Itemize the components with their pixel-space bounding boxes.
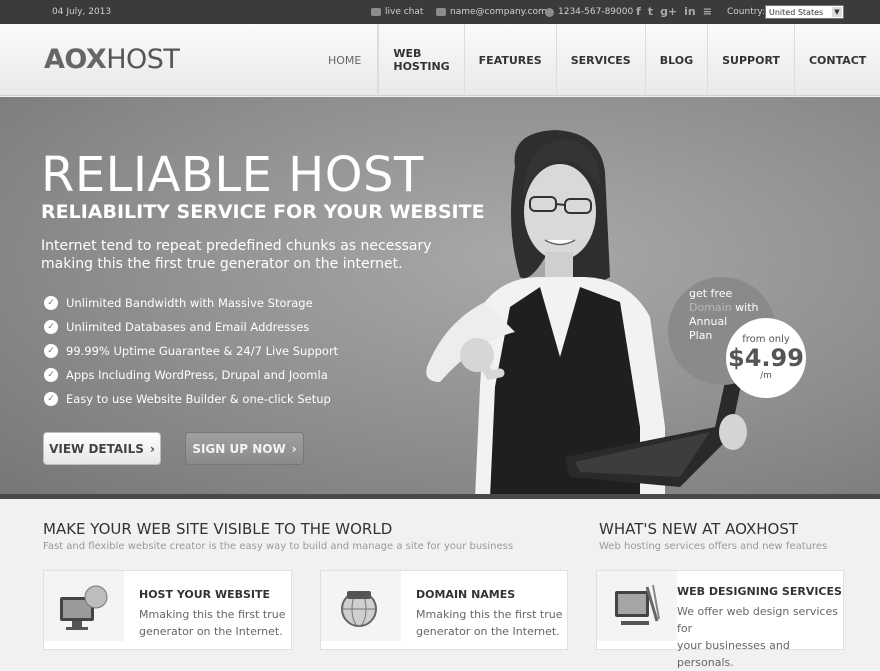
chevron-down-icon: ▼ [832,7,842,17]
country-label: Country: [727,7,766,17]
nav-home[interactable]: HOME [312,24,379,96]
phone-info: 1234-567-89000 [545,7,633,17]
hero-desc-line-2: making this the first true generator on … [41,256,403,272]
feature-label: Unlimited Bandwidth with Massive Storage [66,296,313,310]
site-logo[interactable]: AOXHOST [44,44,180,75]
hero-banner: RELIABLE HOST RELIABILITY SERVICE FOR YO… [0,97,880,498]
view-details-label: VIEW DETAILS [49,441,144,456]
mail-icon [436,8,446,16]
promo-highlight: Domain [689,301,732,314]
linkedin-icon[interactable]: in [684,5,696,18]
card-text-line-2: your businesses and personals. [677,639,790,669]
rss-icon[interactable]: ≡ [703,5,712,18]
sign-up-button[interactable]: SIGN UP NOW › [185,432,304,465]
promo-line-2-rest: with [731,301,759,314]
check-icon: ✓ [44,368,58,382]
chevron-right-icon: › [149,441,155,456]
logo-light: HOST [106,44,180,75]
card-text-line-2: generator on the Internet. [139,625,283,638]
card-text-line-1: We offer web design services for [677,605,838,635]
www-globe-icon [321,571,401,641]
country-value: United States [769,8,824,17]
chat-icon [371,8,381,16]
nav-contact[interactable]: CONTACT [795,24,880,96]
check-icon: ✓ [44,392,58,406]
card-text-line-1: Mmaking this the first true [139,608,286,621]
sign-up-label: SIGN UP NOW [192,441,286,456]
live-chat-label: live chat [385,7,424,17]
facebook-icon[interactable]: f [636,5,641,18]
design-monitor-icon [597,571,677,641]
computer-globe-icon [44,571,124,641]
view-details-button[interactable]: VIEW DETAILS › [43,432,161,465]
chevron-right-icon: › [291,441,297,456]
service-card-web-design[interactable]: WEB DESIGNING SERVICES We offer web desi… [596,570,844,669]
current-date: 04 July, 2013 [52,7,112,17]
nav-services[interactable]: SERVICES [557,24,646,96]
nav-blog[interactable]: BLOG [646,24,709,96]
site-header: AOXHOST HOME WEB HOSTING FEATURES SERVIC… [0,24,880,96]
hero-title: RELIABLE HOST [41,147,424,203]
card-title: DOMAIN NAMES [416,588,516,601]
live-chat-link[interactable]: live chat [371,7,423,17]
section-subtitle-whats-new: Web hosting services offers and new feat… [599,541,828,552]
headset-icon [545,7,554,17]
feature-label: Unlimited Databases and Email Addresses [66,320,310,334]
feature-item: ✓ Unlimited Databases and Email Addresses [44,315,338,339]
hero-bottom-border [0,494,880,499]
nav-features[interactable]: FEATURES [465,24,557,96]
feature-item: ✓ Unlimited Bandwidth with Massive Storag… [44,291,338,315]
card-text-line-2: generator on the Internet. [416,625,560,638]
card-title: HOST YOUR WEBSITE [139,588,271,601]
check-icon: ✓ [44,320,58,334]
feature-label: Easy to use Website Builder & one-click … [66,392,331,406]
price-amount: $4.99 [728,344,804,372]
country-select[interactable]: United States ▼ [765,5,844,19]
feature-label: 99.99% Uptime Guarantee & 24/7 Live Supp… [66,344,339,358]
google-plus-icon[interactable]: g+ [660,5,677,18]
promo-line-1: get free [689,287,733,300]
service-card-domains[interactable]: DOMAIN NAMES Mmaking this the first true… [320,570,568,650]
nav-support[interactable]: SUPPORT [708,24,795,96]
social-links: f t g+ in ≡ [636,5,712,18]
card-title: WEB DESIGNING SERVICES [677,585,842,598]
price-badge[interactable]: from only $4.99 /m [726,318,806,398]
main-nav: HOME WEB HOSTING FEATURES SERVICES BLOG … [312,24,880,96]
section-title-visible: MAKE YOUR WEB SITE VISIBLE TO THE WORLD [43,520,393,538]
nav-web-hosting[interactable]: WEB HOSTING [378,24,465,96]
section-title-whats-new: WHAT'S NEW AT AOXHOST [599,520,798,538]
service-card-hosting[interactable]: HOST YOUR WEBSITE Mmaking this the first… [43,570,292,650]
hero-desc-line-1: Internet tend to repeat predefined chunk… [41,238,432,254]
price-period: /m [760,371,772,381]
feature-item: ✓ 99.99% Uptime Guarantee & 24/7 Live Sup… [44,339,338,363]
phone-label: 1234-567-89000 [558,7,634,17]
card-text-line-1: Mmaking this the first true [416,608,563,621]
check-icon: ✓ [44,296,58,310]
check-icon: ✓ [44,344,58,358]
section-subtitle-visible: Fast and flexible website creator is the… [43,541,514,552]
hero-description: Internet tend to repeat predefined chunk… [41,237,461,273]
feature-list: ✓ Unlimited Bandwidth with Massive Storag… [44,291,338,411]
email-label: name@company.com [450,7,547,17]
logo-bold: AOX [44,44,107,75]
card-text: Mmaking this the first true generator on… [416,606,563,640]
promo-line-2: Domain with [689,301,759,315]
feature-label: Apps Including WordPress, Drupal and Joo… [66,368,328,382]
twitter-icon[interactable]: t [648,5,653,18]
feature-item: ✓ Easy to use Website Builder & one-click… [44,387,338,411]
card-text: Mmaking this the first true generator on… [139,606,286,640]
top-bar: 04 July, 2013 live chat name@company.com… [0,0,880,28]
email-link[interactable]: name@company.com [436,7,547,17]
card-text: We offer web design services for your bu… [677,603,843,671]
feature-item: ✓ Apps Including WordPress, Drupal and Jo… [44,363,338,387]
